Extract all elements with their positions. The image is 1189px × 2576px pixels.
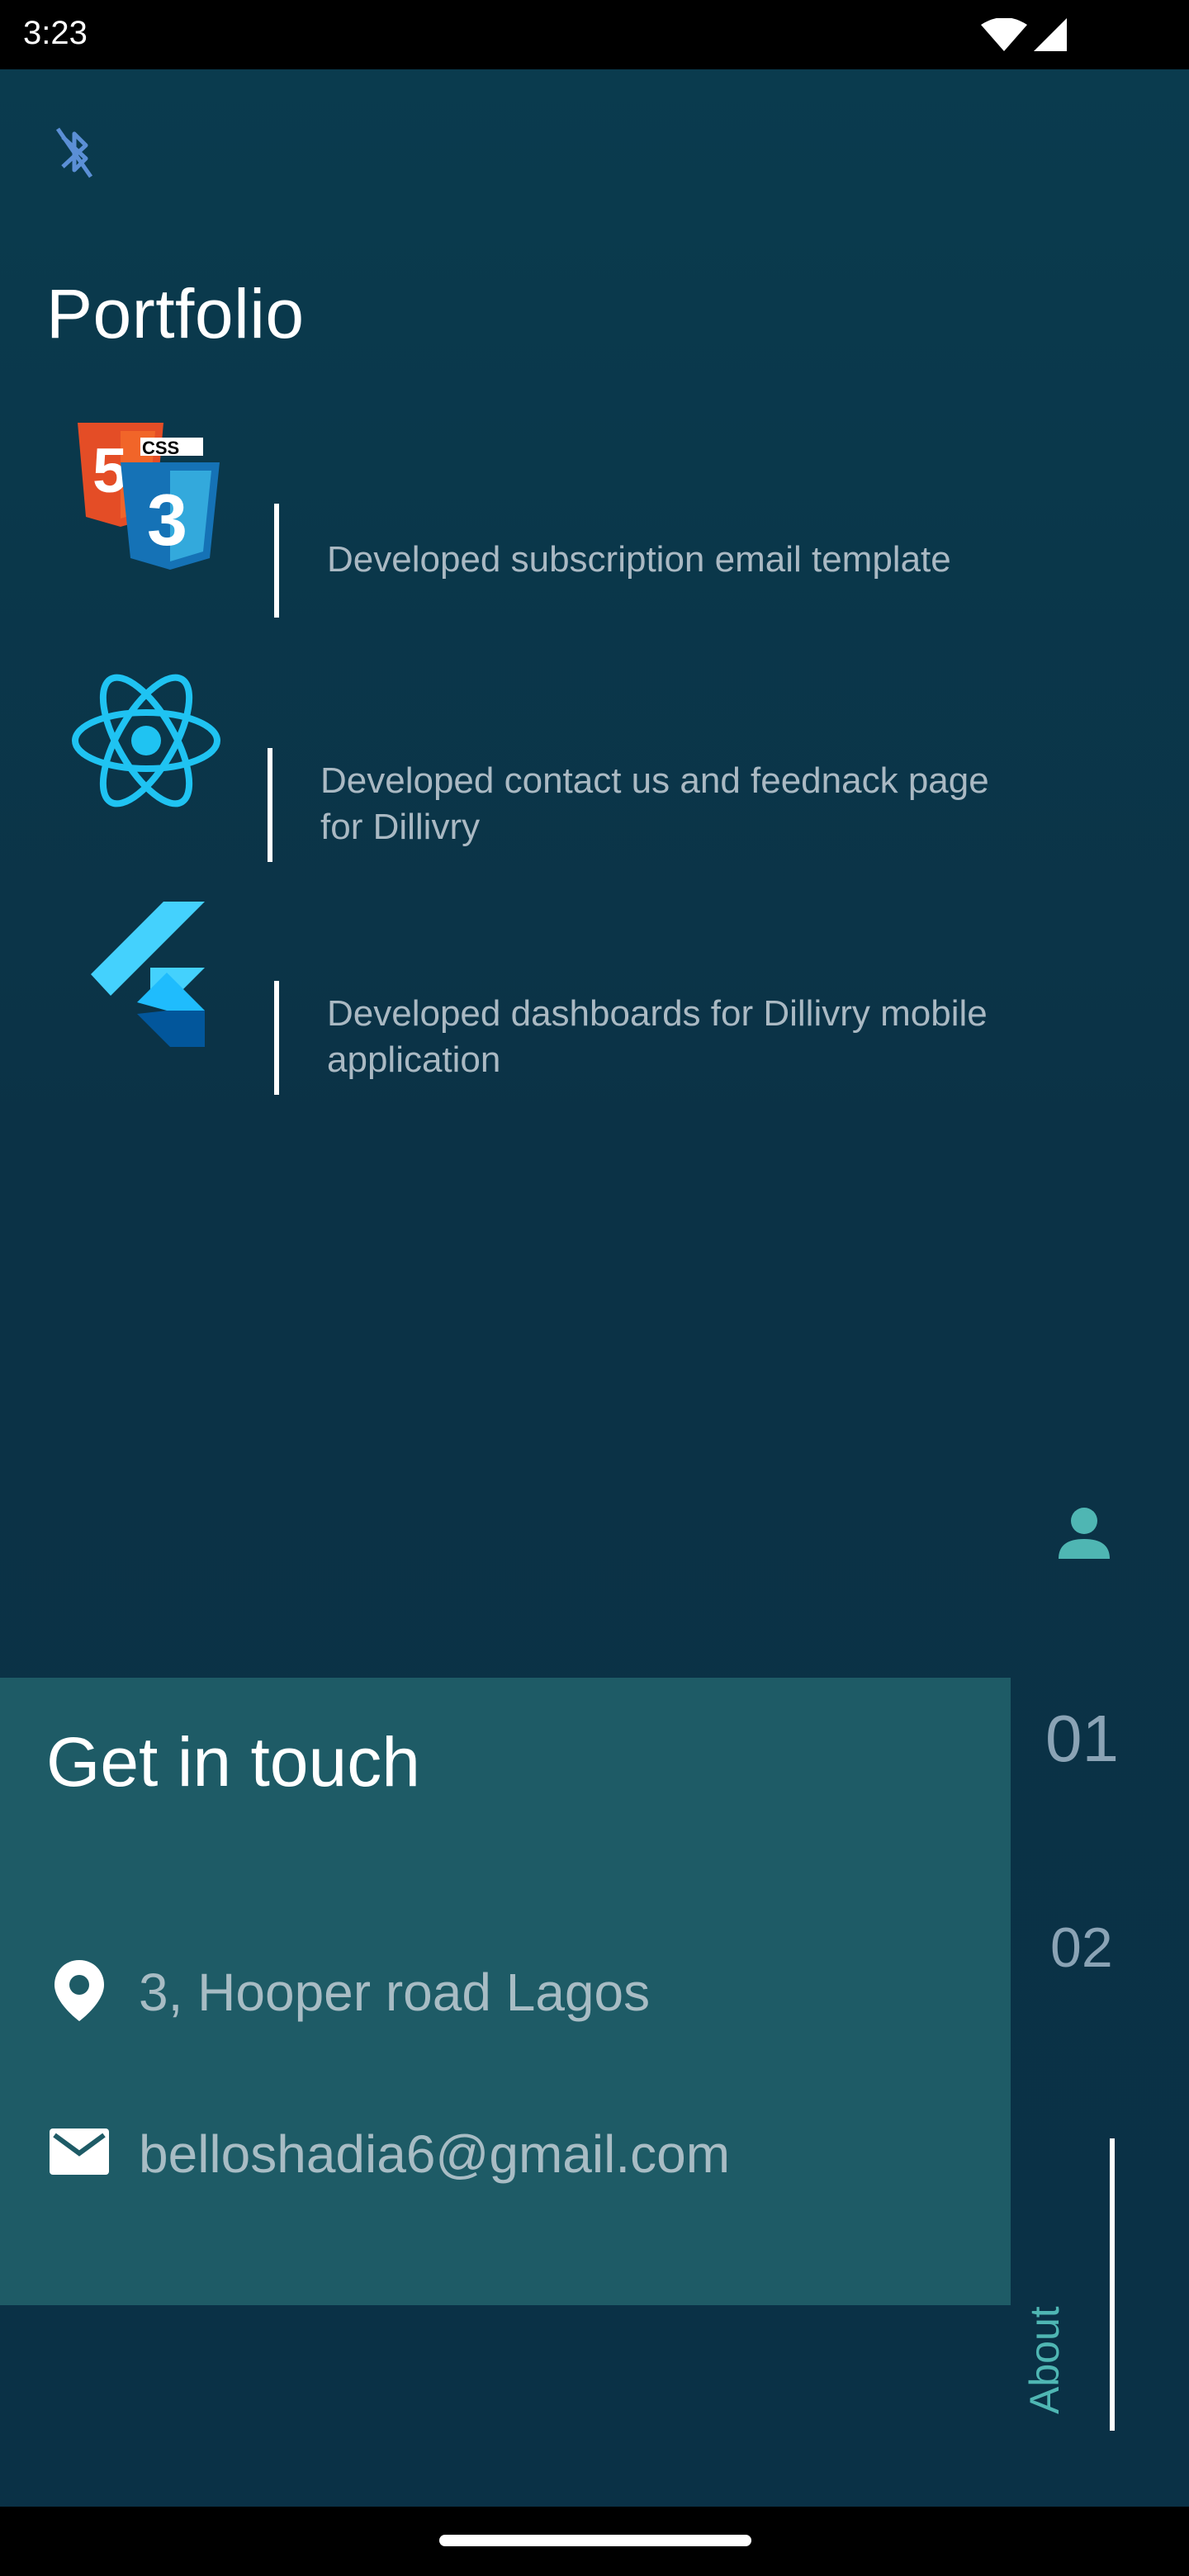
portfolio-title: Portfolio [46,275,305,353]
side-nav-number-02[interactable]: 02 [1050,1915,1113,1980]
side-nav-about[interactable]: About [1021,2306,1068,2414]
status-time: 3:23 [23,15,88,51]
address-text: 3, Hooper road Lagos [139,1963,651,2022]
status-bar: 3:23 [0,0,1189,69]
wifi-icon [981,18,1027,51]
address-row[interactable]: 3, Hooper road Lagos [46,1957,955,2023]
portfolio-item[interactable]: Developed contact us and feednack page f… [0,664,1189,862]
side-nav-number-01[interactable]: 01 [1045,1701,1119,1777]
item-divider [274,981,279,1095]
bluetooth-disabled-icon[interactable] [51,121,97,183]
portfolio-item-text: Developed dashboards for Dillivry mobile… [327,993,988,1080]
html5-css3-logo-icon: 5 3 CSS [78,423,220,570]
item-divider [274,504,279,618]
portfolio-item[interactable]: 5 3 CSS Developed subscription email tem… [0,419,1189,618]
navigation-bar [0,2507,1189,2576]
portfolio-item[interactable]: Developed dashboards for Dillivry mobile… [0,895,1189,1095]
item-divider [268,748,272,862]
side-nav-indicator [1110,2138,1115,2431]
home-gesture-handle[interactable] [439,2535,751,2546]
contact-title: Get in touch [46,1723,420,1801]
email-row[interactable]: belloshadia6@gmail.com [46,2119,955,2185]
mail-icon [50,2129,109,2175]
svg-text:3: 3 [147,479,187,561]
signal-icon [1034,18,1067,51]
person-icon[interactable] [1057,1506,1111,1560]
app-screen: Portfolio 5 3 CSS Developed subscription… [0,69,1189,2507]
react-logo-icon [72,674,220,807]
css-badge: CSS [142,438,179,458]
contact-card: Get in touch 3, Hooper road Lagos bellos… [0,1678,1011,2305]
location-pin-icon [54,1960,104,2021]
flutter-logo-icon [91,902,205,1047]
portfolio-item-text: Developed contact us and feednack page f… [320,760,989,847]
portfolio-item-text: Developed subscription email template [327,539,951,580]
email-text: belloshadia6@gmail.com [139,2124,730,2184]
